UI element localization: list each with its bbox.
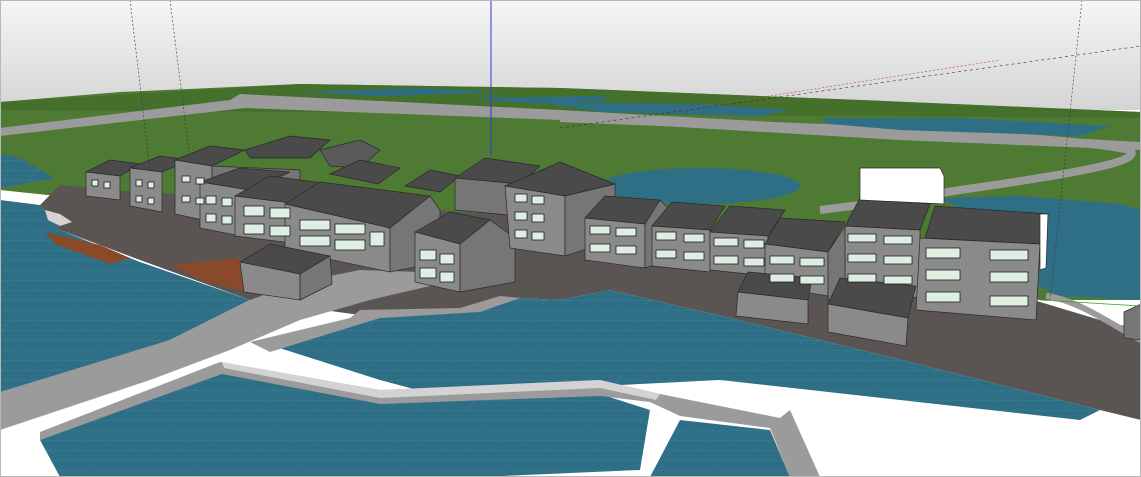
green-axis-line	[1039, 299, 1141, 307]
right-kiosk	[1123, 303, 1141, 341]
lower-water-right	[650, 420, 790, 477]
3d-scene[interactable]	[0, 0, 1141, 477]
model-viewport[interactable]	[0, 0, 1141, 477]
